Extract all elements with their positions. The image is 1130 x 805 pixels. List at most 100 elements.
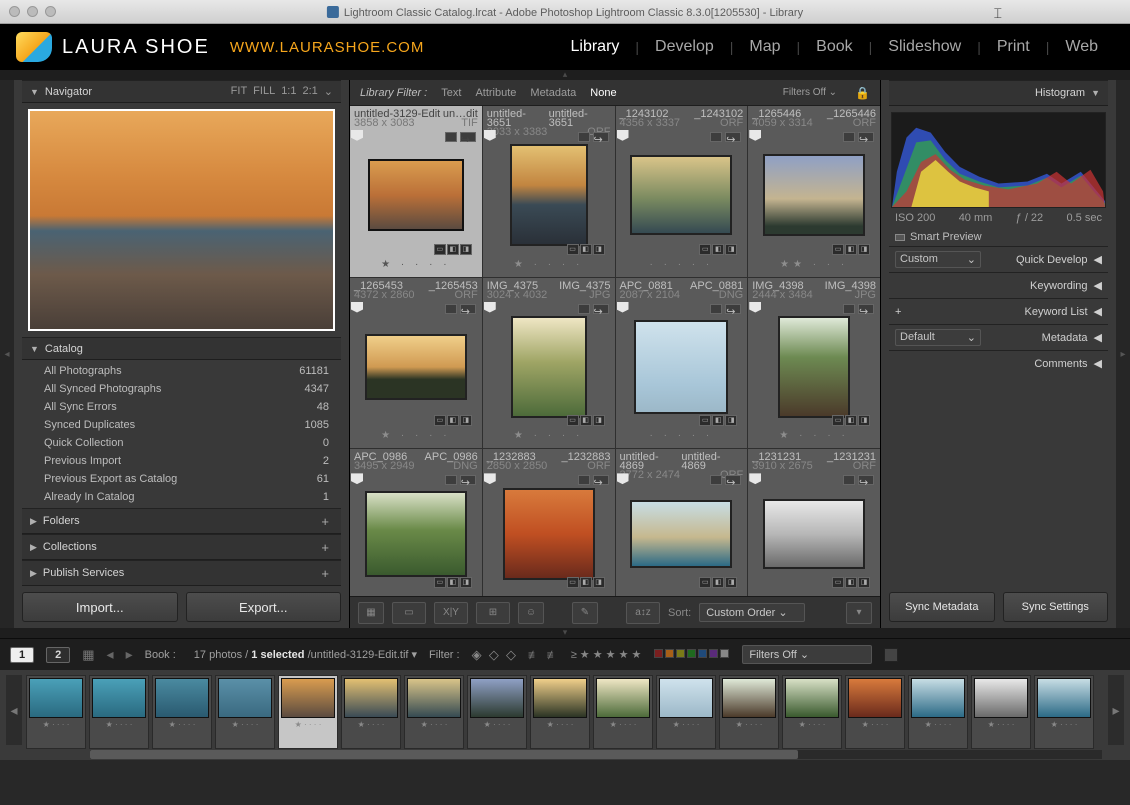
filmstrip-thumb[interactable]: ★ · · · ·	[467, 675, 527, 749]
rating[interactable]: · · · · ·	[620, 259, 744, 273]
navigator-preview[interactable]	[22, 103, 341, 337]
nav-fwd-icon[interactable]: ▸	[126, 646, 133, 663]
catalog-item[interactable]: All Synced Photographs4347	[22, 380, 341, 398]
catalog-item[interactable]: Quick Collection0	[22, 434, 341, 452]
footer-filter-preset[interactable]: Filters Off ⌄	[742, 645, 872, 664]
filmstrip-thumb[interactable]: ★ · · · ·	[656, 675, 716, 749]
filmstrip-thumb[interactable]: ★ · · · ·	[908, 675, 968, 749]
people-view-button[interactable]: ☺	[518, 602, 544, 624]
catalog-item[interactable]: Previous Export as Catalog61	[22, 470, 341, 488]
secondary-display-button[interactable]: 2	[46, 647, 70, 663]
filmstrip-thumb[interactable]: ★ · · · ·	[89, 675, 149, 749]
top-panel-toggle[interactable]: ▴	[0, 70, 1130, 80]
rating[interactable]: ★ · · · ·	[487, 430, 611, 444]
grid-cell[interactable]: APC_0986APC_0986 3495 x 2949DNG ↪ ▭◧◨	[350, 449, 482, 596]
panel-keyword-list[interactable]: + Keyword List◀	[889, 298, 1108, 324]
filmstrip-thumb[interactable]: ★ · · · ·	[341, 675, 401, 749]
grid-cell[interactable]: IMG_4375IMG_4375 3024 x 4032JPG ↪ ▭◧◨ ★ …	[483, 278, 615, 449]
rating[interactable]: ★ · · · ·	[354, 259, 478, 273]
filmstrip-thumb[interactable]: ★ · · · ·	[404, 675, 464, 749]
left-panel-toggle[interactable]: ◂	[0, 80, 14, 628]
grid-cell[interactable]: _1265453_1265453 4372 x 2860ORF ↪ ▭◧◨ ★ …	[350, 278, 482, 449]
import-button[interactable]: Import...	[22, 592, 178, 622]
catalog-item[interactable]: All Sync Errors48	[22, 398, 341, 416]
survey-view-button[interactable]: ⊞	[476, 602, 510, 624]
rating[interactable]: ★ · · · ·	[487, 259, 611, 273]
current-file[interactable]: /untitled-3129-Edit.tif ▾	[308, 649, 417, 661]
grid-cell[interactable]: APC_0881APC_0881 2087 x 2104DNG ↪ ▭◧◨ · …	[616, 278, 748, 449]
filmstrip-thumb[interactable]: ★ · · · ·	[215, 675, 275, 749]
painter-button[interactable]: ✎	[572, 602, 598, 624]
sync-settings-button[interactable]: Sync Settings	[1003, 592, 1109, 622]
catalog-item[interactable]: Previous Import2	[22, 452, 341, 470]
catalog-item[interactable]: Already In Catalog1	[22, 488, 341, 506]
filmstrip-thumb[interactable]: ★ · · · ·	[1034, 675, 1094, 749]
filter-text[interactable]: Text	[441, 87, 461, 99]
thumbnail[interactable]	[503, 488, 595, 580]
rating[interactable]: ★ · · · ·	[354, 430, 478, 444]
grid-cell[interactable]: untitled-3129-Editun…dit 3858 x 3083TIF …	[350, 106, 482, 277]
navigator-zoom-opts[interactable]: FITFILL1:12:1⌄	[231, 85, 333, 98]
toolbar-menu[interactable]: ▾	[846, 602, 872, 624]
right-panel-toggle[interactable]: ▸	[1116, 80, 1130, 628]
filmstrip-thumb[interactable]: ★ · · · ·	[719, 675, 779, 749]
module-print[interactable]: Print	[981, 38, 1046, 56]
compare-view-button[interactable]: X|Y	[434, 602, 468, 624]
filmstrip-left-arrow[interactable]: ◂	[6, 675, 22, 745]
thumbnail[interactable]	[510, 144, 588, 246]
catalog-header[interactable]: ▼Catalog	[22, 337, 341, 360]
thumbnail[interactable]	[365, 491, 467, 577]
nav-back-icon[interactable]: ◂	[107, 646, 114, 663]
thumbnail[interactable]	[763, 499, 865, 569]
thumbnail[interactable]	[634, 320, 728, 414]
filmstrip-toggle-top[interactable]: ▾	[0, 628, 1130, 638]
grid-cell[interactable]: _1231231_1231231 3910 x 2675ORF ↪ ▭◧◨	[748, 449, 880, 596]
qd-preset-dropdown[interactable]: Custom⌄	[895, 251, 981, 268]
sync-metadata-button[interactable]: Sync Metadata	[889, 592, 995, 622]
grid-cell[interactable]: _1232883_1232883 2850 x 2850ORF ↪ ▭◧◨	[483, 449, 615, 596]
sort-direction-button[interactable]: a↕z	[626, 602, 660, 624]
filter-none[interactable]: None	[590, 87, 616, 99]
thumbnail[interactable]	[630, 155, 732, 235]
thumbnail[interactable]	[368, 159, 464, 231]
module-develop[interactable]: Develop	[639, 38, 730, 56]
filmstrip-right-arrow[interactable]: ▸	[1108, 675, 1124, 745]
thumbnail[interactable]	[763, 154, 865, 236]
panel-comments[interactable]: Comments◀	[889, 350, 1108, 376]
catalog-item[interactable]: Synced Duplicates1085	[22, 416, 341, 434]
close-dot[interactable]	[9, 6, 20, 17]
color-label-filter[interactable]	[653, 649, 730, 661]
quick-develop-header[interactable]: Custom⌄ Quick Develop◀	[889, 246, 1108, 272]
sort-dropdown[interactable]: Custom Order ⌄	[699, 603, 804, 622]
grid-cell[interactable]: _1265446_1265446 4059 x 3314ORF ↪ ▭◧◨ ★★…	[748, 106, 880, 277]
panel-publish-services[interactable]: ▶Publish Services+	[22, 560, 341, 586]
rating[interactable]: ★ · · · ·	[752, 430, 876, 444]
histogram[interactable]	[891, 112, 1106, 208]
panel-collections[interactable]: ▶Collections+	[22, 534, 341, 560]
filmstrip-scrollbar[interactable]	[90, 750, 1102, 759]
filter-attribute[interactable]: Attribute	[475, 87, 516, 99]
panel-metadata[interactable]: Default⌄ Metadata◀	[889, 324, 1108, 350]
thumbnail[interactable]	[630, 500, 732, 568]
catalog-item[interactable]: All Photographs61181	[22, 362, 341, 380]
module-map[interactable]: Map	[733, 38, 796, 56]
filter-metadata[interactable]: Metadata	[530, 87, 576, 99]
export-button[interactable]: Export...	[186, 592, 342, 622]
module-library[interactable]: Library	[555, 38, 636, 56]
grid-cell[interactable]: untitled-3651untitled-3651 3033 x 3383OR…	[483, 106, 615, 277]
max-dot[interactable]	[45, 6, 56, 17]
filmstrip-thumb[interactable]: ★ · · · ·	[278, 675, 338, 749]
rating[interactable]: · · · · ·	[620, 430, 744, 444]
thumbnail[interactable]	[511, 316, 587, 418]
filmstrip-thumb[interactable]: ★ · · · ·	[26, 675, 86, 749]
grid-view-button[interactable]: ▦	[358, 602, 384, 624]
flag-filters[interactable]: ◈ ◇ ◇	[472, 647, 516, 663]
grid-cell[interactable]: untitled-4869untitled-4869 3772 x 2474OR…	[616, 449, 748, 596]
grid-cell[interactable]: _1243102_1243102 4356 x 3337ORF ↪ ▭◧◨ · …	[616, 106, 748, 277]
filmstrip-thumb[interactable]: ★ · · · ·	[971, 675, 1031, 749]
grid-cell[interactable]: IMG_4398IMG_4398 2444 x 3484JPG ↪ ▭◧◨ ★ …	[748, 278, 880, 449]
filmstrip-thumb[interactable]: ★ · · · ·	[152, 675, 212, 749]
module-book[interactable]: Book	[800, 38, 868, 56]
module-web[interactable]: Web	[1049, 38, 1114, 56]
filmstrip-thumb[interactable]: ★ · · · ·	[530, 675, 590, 749]
